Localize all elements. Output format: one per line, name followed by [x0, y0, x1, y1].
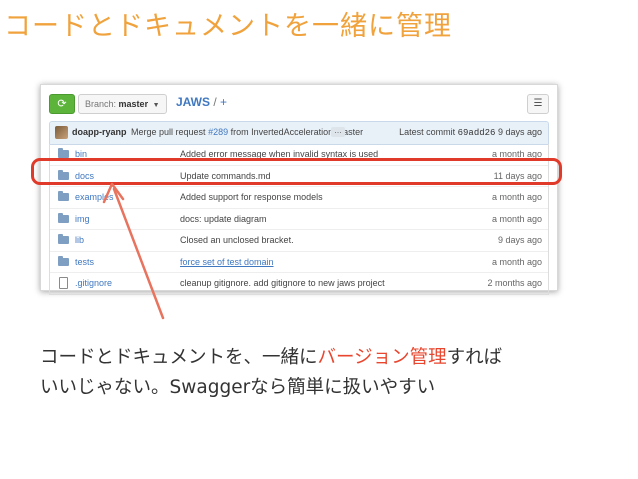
caption-highlight: バージョン管理 [317, 347, 447, 368]
pointer-arrow-icon [102, 182, 165, 320]
caption-line-1: コードとドキュメントを、一緒にバージョン管理すれば [40, 343, 502, 373]
caption-line-2: いいじゃない。Swaggerなら簡単に扱いやすい [40, 377, 436, 398]
slide-caption: コードとドキュメントを、一緒にバージョン管理すれば いいじゃない。Swagger… [40, 343, 502, 403]
caption-text: コードとドキュメントを、一緒に [40, 347, 318, 368]
caption-text: すれば [446, 347, 503, 368]
